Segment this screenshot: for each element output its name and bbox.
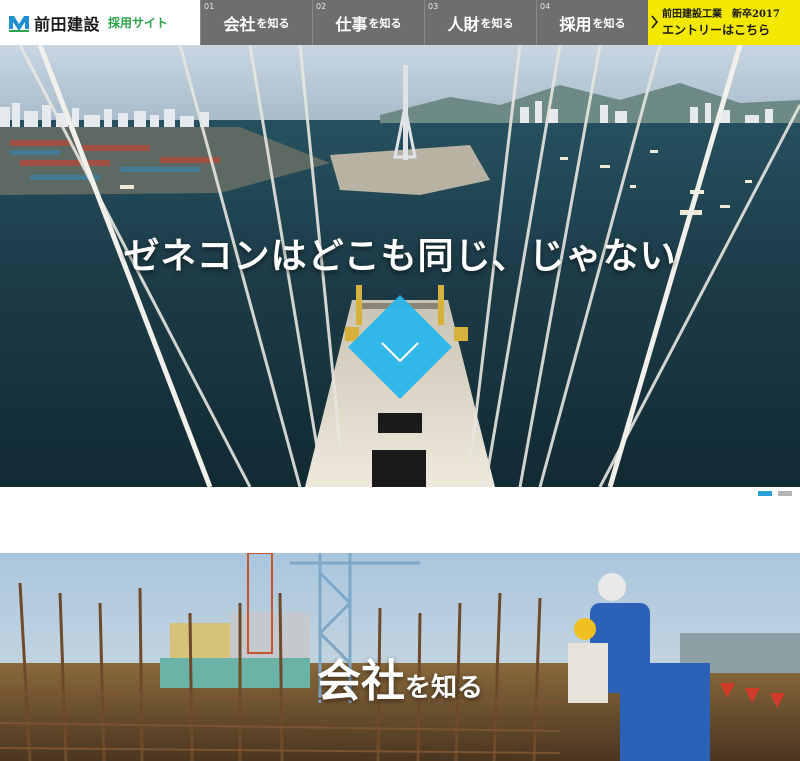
- section-title-suffix: を知る: [405, 673, 484, 703]
- logo-subtitle: 採用サイト: [108, 16, 169, 30]
- nav-item-people[interactable]: 03 人財 を知る: [424, 0, 536, 45]
- nav-label: 採用: [559, 14, 592, 34]
- maeda-logo-icon: [9, 15, 29, 32]
- company-section-banner[interactable]: 会社を知る: [0, 553, 800, 761]
- nav-label-suffix: を知る: [256, 16, 290, 30]
- entry-line2: エントリーはこちら: [662, 22, 771, 37]
- slider-pagination: [758, 491, 792, 496]
- nav-label: 仕事: [335, 14, 368, 34]
- company-section-title: 会社を知る: [317, 645, 483, 709]
- nav-label: 会社: [223, 14, 256, 34]
- nav-label-suffix: を知る: [480, 16, 514, 30]
- site-logo[interactable]: 前田建設 採用サイト: [0, 0, 200, 45]
- slider-dot-2[interactable]: [778, 491, 792, 496]
- nav-item-recruit[interactable]: 04 採用 を知る: [536, 0, 648, 45]
- hero-title: ゼネコンはどこも同じ、じゃない: [123, 235, 677, 277]
- nav-number: 04: [540, 2, 551, 11]
- nav-number: 01: [204, 2, 215, 11]
- entry-button[interactable]: 前田建設工業 新卒2017 エントリーはこちら: [648, 0, 800, 45]
- section-title-main: 会社: [317, 656, 405, 707]
- main-nav: 01 会社 を知る 02 仕事 を知る 03 人財 を知る 04 採用 を知る: [200, 0, 648, 45]
- slider-dot-1[interactable]: [758, 491, 772, 496]
- nav-item-work[interactable]: 02 仕事 を知る: [312, 0, 424, 45]
- scroll-down-button[interactable]: [348, 295, 452, 399]
- hero-banner: ゼネコンはどこも同じ、じゃない: [0, 45, 800, 487]
- logo-text: 前田建設: [34, 14, 101, 34]
- site-header: 前田建設 採用サイト 01 会社 を知る 02 仕事 を知る 03 人財 を知る…: [0, 0, 800, 45]
- entry-line1: 前田建設工業 新卒2017: [662, 8, 780, 20]
- nav-label: 人財: [447, 14, 480, 34]
- nav-label-suffix: を知る: [592, 16, 626, 30]
- nav-label-suffix: を知る: [368, 16, 402, 30]
- chevron-right-icon: [651, 15, 659, 29]
- nav-number: 03: [428, 2, 439, 11]
- nav-item-company[interactable]: 01 会社 を知る: [200, 0, 312, 45]
- nav-number: 02: [316, 2, 327, 11]
